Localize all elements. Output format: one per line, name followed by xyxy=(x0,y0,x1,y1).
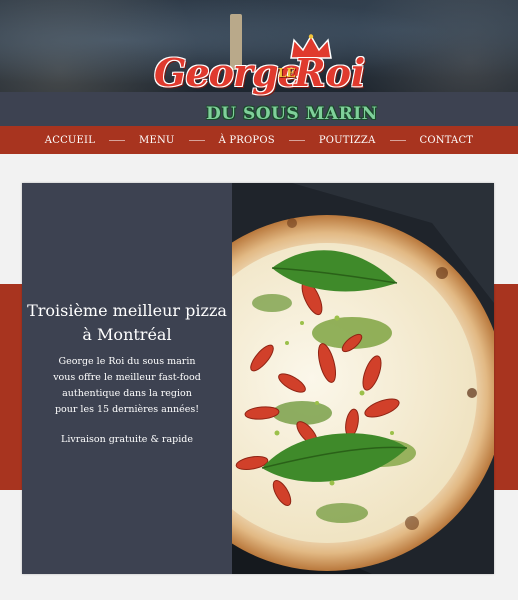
pizza-photo xyxy=(232,183,494,574)
nav-item-poutizza[interactable]: POUTIZZA xyxy=(319,135,376,146)
logo-name-le: LE xyxy=(278,66,296,80)
nav-item-accueil[interactable]: ACCUEIL xyxy=(45,135,95,146)
nav-separator xyxy=(109,139,126,141)
nav-item-menu[interactable]: MENU xyxy=(139,135,175,146)
nav-separator xyxy=(288,139,305,141)
logo-subtitle: DU SOUS MARIN xyxy=(206,104,378,124)
logo-name-last: Roi xyxy=(294,50,366,95)
hero-title: Troisième meilleur pizza à Montréal xyxy=(22,299,232,347)
site-header: George LE Roi DU SOUS MARIN xyxy=(0,0,518,126)
hero-desc-line: pour les 15 dernières années! xyxy=(54,404,200,415)
pizza-illustration xyxy=(232,183,494,574)
site-logo[interactable]: George LE Roi DU SOUS MARIN xyxy=(148,34,378,126)
hero-desc-line: authentique dans la region xyxy=(62,388,192,399)
hero-title-line1: Troisième meilleur pizza xyxy=(27,301,227,320)
hero-desc-line: vous offre le meilleur fast-food xyxy=(53,372,201,383)
main-nav: ACCUEIL MENU À PROPOS POUTIZZA CONTACT xyxy=(0,126,518,154)
nav-item-a-propos[interactable]: À PROPOS xyxy=(219,135,275,146)
hero-card: Troisième meilleur pizza à Montréal Geor… xyxy=(22,183,494,574)
hero-title-line2: à Montréal xyxy=(82,325,172,344)
hero-description: George le Roi du sous marin vous offre l… xyxy=(22,354,232,418)
hero-text-panel: Troisième meilleur pizza à Montréal Geor… xyxy=(22,183,232,574)
nav-separator xyxy=(188,139,205,141)
hero-desc-line: George le Roi du sous marin xyxy=(58,356,196,367)
hero-delivery-note: Livraison gratuite & rapide xyxy=(61,434,193,445)
nav-separator xyxy=(389,139,406,141)
nav-item-contact[interactable]: CONTACT xyxy=(420,135,474,146)
